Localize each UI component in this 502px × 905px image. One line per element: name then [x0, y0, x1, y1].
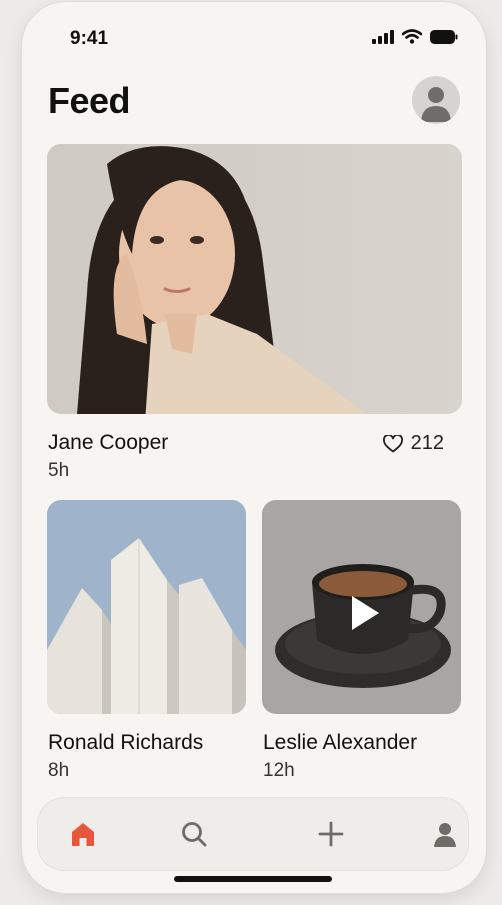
profile-icon: [434, 823, 456, 847]
plus-icon: [318, 821, 344, 847]
post-author[interactable]: Ronald Richards: [48, 731, 203, 755]
post-author[interactable]: Jane Cooper: [48, 431, 168, 455]
home-icon: [72, 823, 94, 846]
post-video-coffee[interactable]: [262, 500, 461, 714]
tab-search[interactable]: [178, 818, 210, 850]
wifi-icon: [402, 29, 422, 44]
heart-icon: [382, 434, 403, 452]
user-avatar-icon: [421, 87, 451, 122]
tab-home[interactable]: [67, 818, 99, 850]
tab-bar: [38, 798, 468, 870]
page-title: Feed: [48, 80, 131, 121]
status-icons: [372, 29, 458, 44]
post-time: 8h: [48, 760, 70, 781]
coffee-video: [262, 500, 461, 714]
status-time: 9:41: [70, 28, 109, 49]
post-author[interactable]: Leslie Alexander: [263, 731, 417, 755]
tab-profile[interactable]: [429, 818, 461, 850]
post-image-portrait[interactable]: [47, 144, 462, 414]
phone-screen: 9:41 Feed Jane Cooper 5h 212 Ronald Rich…: [22, 2, 486, 893]
post-time: 5h: [48, 460, 70, 481]
like-button[interactable]: 212: [382, 432, 444, 455]
tab-create[interactable]: [315, 818, 347, 850]
post-image-architecture[interactable]: [47, 500, 246, 714]
avatar-button[interactable]: [412, 76, 460, 124]
portrait-photo: [47, 144, 462, 414]
home-indicator: [174, 876, 332, 882]
like-count: 212: [410, 432, 444, 454]
battery-icon: [430, 29, 458, 44]
architecture-photo: [47, 500, 246, 714]
post-time: 12h: [263, 760, 295, 781]
search-icon: [182, 822, 207, 847]
signal-icon: [372, 29, 394, 44]
